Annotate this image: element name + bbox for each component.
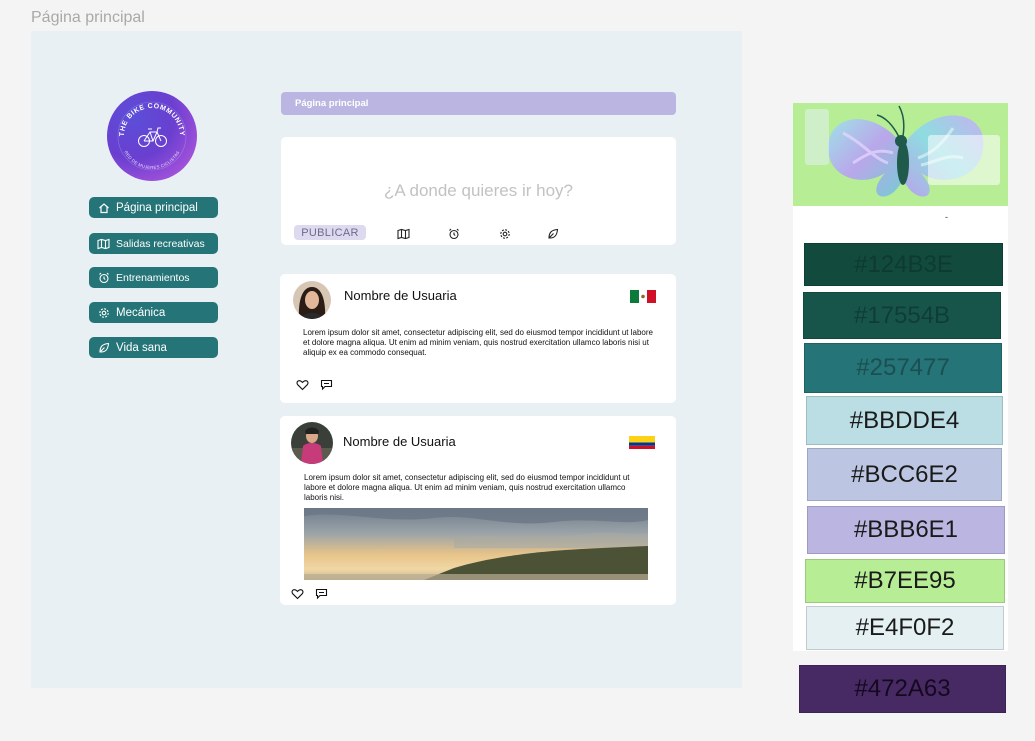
nav-vida-sana[interactable]: Vida sana <box>89 337 218 358</box>
svg-text:RED DE MUJERES CICLISTAS: RED DE MUJERES CICLISTAS <box>123 150 180 170</box>
nav-salidas-label: Salidas recreativas <box>116 237 205 250</box>
bicycle-icon <box>138 127 167 147</box>
swatch-label: #E4F0F2 <box>855 614 955 641</box>
nav-home[interactable]: Página principal <box>89 197 218 218</box>
swatch-b7ee95[interactable]: #B7EE95 <box>805 559 1005 603</box>
map-icon[interactable] <box>397 227 410 240</box>
heart-icon[interactable] <box>296 378 309 391</box>
post-username[interactable]: Nombre de Usuaria <box>344 288 457 303</box>
swatch-label: #472A63 <box>854 675 951 702</box>
mexico-flag <box>630 290 656 303</box>
nav-mecanica[interactable]: Mecánica <box>89 302 218 323</box>
swatch-bcc6e2[interactable]: #BCC6E2 <box>807 448 1002 501</box>
composer-prompt[interactable]: ¿A donde quieres ir hoy? <box>281 181 676 201</box>
leaf-icon <box>97 341 110 354</box>
gear-icon <box>97 306 110 319</box>
app-frame: THE BIKE COMMUNITY RED DE MUJERES CICLIS… <box>31 31 742 688</box>
nav-entrenamientos-label: Entrenamientos <box>116 271 190 284</box>
post-body: Lorem ipsum dolor sit amet, consectetur … <box>303 328 653 357</box>
swatch-e4f0f2[interactable]: #E4F0F2 <box>806 606 1004 650</box>
alarm-clock-icon[interactable] <box>448 227 461 240</box>
avatar[interactable] <box>291 422 333 464</box>
swatch-label: #B7EE95 <box>854 567 956 594</box>
swatch-label: #257477 <box>856 354 950 381</box>
avatar[interactable] <box>293 281 331 319</box>
comment-icon[interactable] <box>315 587 328 600</box>
frame-title: Página principal <box>31 9 145 26</box>
colombia-flag <box>629 436 655 449</box>
gear-icon[interactable] <box>499 227 512 240</box>
butterfly-illustration <box>793 103 1008 206</box>
post-username[interactable]: Nombre de Usuaria <box>343 434 456 449</box>
nav-mecanica-label: Mecánica <box>116 306 166 319</box>
leaf-icon[interactable] <box>547 227 560 240</box>
heart-icon[interactable] <box>291 587 304 600</box>
swatch-472a63[interactable]: #472A63 <box>799 665 1006 713</box>
swatch-label: #BCC6E2 <box>851 460 958 488</box>
swatch-label: #BBDDE4 <box>849 406 960 434</box>
palette-dash: - <box>945 212 948 222</box>
nav-vida-sana-label: Vida sana <box>116 341 167 354</box>
nav-entrenamientos[interactable]: Entrenamientos <box>89 267 218 288</box>
community-logo: THE BIKE COMMUNITY RED DE MUJERES CICLIS… <box>107 91 197 181</box>
swatch-bbb6e1[interactable]: #BBB6E1 <box>807 506 1005 554</box>
alarm-clock-icon <box>97 271 110 284</box>
logo-bottom-text: RED DE MUJERES CICLISTAS <box>123 150 180 170</box>
swatch-label: #BBB6E1 <box>853 516 959 543</box>
swatch-17554b[interactable]: #17554B <box>803 292 1001 339</box>
coastal-sunset-photo[interactable] <box>304 508 648 580</box>
swatch-bbdde4[interactable]: #BBDDE4 <box>806 396 1003 445</box>
comment-icon[interactable] <box>320 378 333 391</box>
post-card: Nombre de Usuaria Lorem ipsum dolor sit … <box>280 274 676 403</box>
swatch-label: #124B3E <box>854 250 953 278</box>
publish-button[interactable]: PUBLICAR <box>294 225 366 240</box>
post-card: Nombre de Usuaria Lorem ipsum dolor sit … <box>280 416 676 605</box>
post-body: Lorem ipsum dolor sit amet, consectetur … <box>304 473 630 502</box>
home-icon <box>97 201 110 214</box>
post-composer[interactable]: ¿A donde quieres ir hoy? PUBLICAR <box>281 137 676 245</box>
map-icon <box>97 237 110 250</box>
nav-home-label: Página principal <box>116 201 198 214</box>
swatch-124b3e[interactable]: #124B3E <box>804 243 1003 286</box>
page-header: Página principal <box>281 92 676 115</box>
swatch-257477[interactable]: #257477 <box>804 343 1002 393</box>
swatch-label: #17554B <box>853 301 951 329</box>
nav-salidas-recreativas[interactable]: Salidas recreativas <box>89 233 218 254</box>
